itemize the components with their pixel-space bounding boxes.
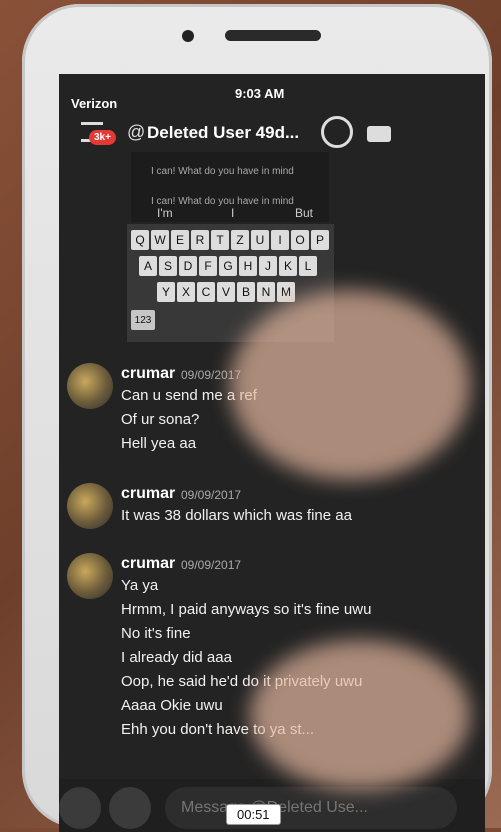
message-input[interactable]: [165, 787, 457, 829]
prediction-word[interactable]: I: [231, 206, 234, 220]
at-symbol: @: [127, 122, 146, 142]
key[interactable]: H: [239, 256, 257, 276]
image-upload-button[interactable]: [59, 787, 101, 829]
status-time: 9:03 AM: [235, 86, 285, 101]
message-author[interactable]: crumar: [121, 485, 175, 503]
key[interactable]: M: [277, 282, 295, 302]
chat-title: Deleted User 49d...: [147, 123, 300, 142]
key[interactable]: F: [199, 256, 217, 276]
video-call-icon[interactable]: [367, 126, 391, 142]
key[interactable]: W: [151, 230, 169, 250]
video-timestamp: 00:51: [226, 804, 281, 825]
key[interactable]: B: [237, 282, 255, 302]
avatar[interactable]: [67, 363, 113, 409]
key[interactable]: L: [299, 256, 317, 276]
key[interactable]: Y: [157, 282, 175, 302]
key[interactable]: J: [259, 256, 277, 276]
message-text: I already did aaa: [121, 649, 232, 666]
key[interactable]: V: [217, 282, 235, 302]
key[interactable]: D: [179, 256, 197, 276]
message-text: Hrmm, I paid anyways so it's fine uwu: [121, 601, 372, 618]
numbers-key[interactable]: 123: [131, 310, 155, 330]
message-text: Hell yea aa: [121, 435, 197, 452]
gift-button[interactable]: [109, 787, 151, 829]
key[interactable]: I: [271, 230, 289, 250]
notification-badge: 3k+: [89, 130, 116, 145]
message-author[interactable]: crumar: [121, 555, 175, 573]
key[interactable]: Q: [131, 230, 149, 250]
key[interactable]: N: [257, 282, 275, 302]
status-bar: Verizon 9:03 AM: [59, 74, 485, 111]
key[interactable]: T: [211, 230, 229, 250]
call-icon[interactable]: [321, 116, 353, 148]
key[interactable]: Z: [231, 230, 249, 250]
message-date: 09/09/2017: [181, 488, 242, 502]
prediction-word[interactable]: I'm: [157, 206, 173, 220]
message-text: No it's fine: [121, 625, 191, 642]
message-date: 09/09/2017: [181, 558, 242, 572]
earpiece-speaker: [225, 30, 321, 41]
key[interactable]: G: [219, 256, 237, 276]
key[interactable]: O: [291, 230, 309, 250]
message-author[interactable]: crumar: [121, 365, 175, 383]
front-camera-icon: [182, 30, 194, 42]
blurred-finger: [230, 290, 470, 480]
chat-header: 3k+ @ Deleted User 49d...: [59, 108, 485, 150]
avatar[interactable]: [67, 553, 113, 599]
key[interactable]: C: [197, 282, 215, 302]
message-text: Of ur sona?: [121, 411, 200, 428]
key[interactable]: S: [159, 256, 177, 276]
key[interactable]: P: [311, 230, 329, 250]
key[interactable]: R: [191, 230, 209, 250]
prediction-word[interactable]: But: [295, 206, 313, 220]
message-text: It was 38 dollars which was fine aa: [121, 507, 352, 524]
key[interactable]: X: [177, 282, 195, 302]
ghost-preview-line: I can! What do you have in mind: [151, 166, 294, 177]
message-text: Aaaa Okie uwu: [121, 697, 223, 714]
message-text: Ya ya: [121, 577, 159, 594]
blurred-finger: [250, 640, 470, 790]
key[interactable]: K: [279, 256, 297, 276]
key[interactable]: U: [251, 230, 269, 250]
avatar[interactable]: [67, 483, 113, 529]
key[interactable]: A: [139, 256, 157, 276]
key[interactable]: E: [171, 230, 189, 250]
